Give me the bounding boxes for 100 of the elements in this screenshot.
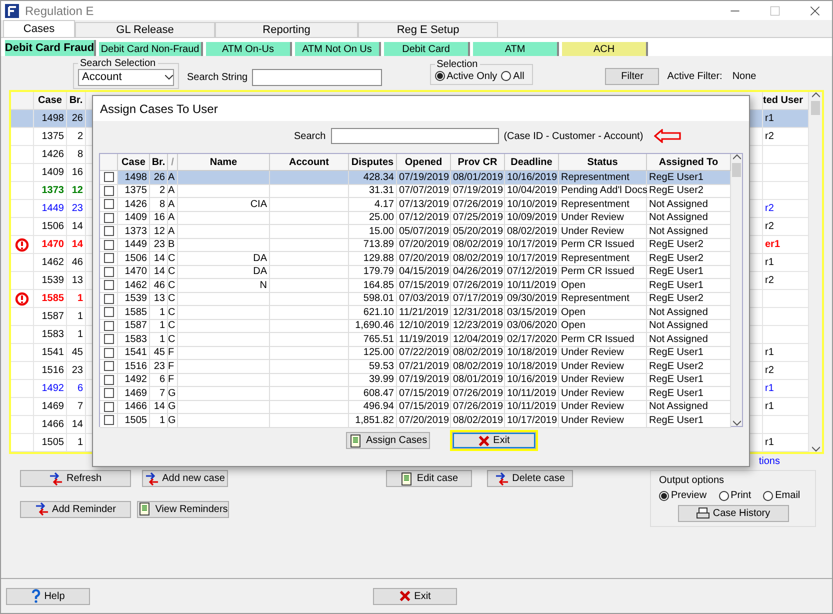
table-cell: 1373 [34,182,67,200]
radio-button[interactable] [434,71,445,81]
checkbox[interactable] [104,186,114,196]
checkbox[interactable] [104,402,114,412]
radio-button[interactable] [763,490,774,500]
tab[interactable]: Reg E Setup [358,22,498,37]
search-string-field[interactable] [252,68,382,86]
checkbox[interactable] [104,172,114,182]
table-cell: 10/17/2019 [505,238,559,252]
category-tab[interactable]: Debit Card Fraud [5,40,96,56]
table-cell: r2 [763,200,809,218]
category-tab[interactable]: ATM Not On Us [295,42,381,56]
table-cell: 1,690.46 [349,320,397,333]
checkbox[interactable] [104,253,114,264]
category-tab[interactable]: Debit Card [384,42,470,56]
help-button[interactable]: Help [6,588,90,604]
table-cell: 1 [67,290,86,308]
search-field[interactable] [330,128,499,144]
table-cell: 1498 [34,110,67,128]
table-cell: Not Assigned [647,333,731,346]
table-cell: 08/01/2019 [451,374,505,387]
table-cell: 1409 [34,164,67,182]
checkbox[interactable] [104,348,114,358]
radio-button[interactable] [718,490,729,500]
table-cell: 1506 [34,218,67,236]
checkbox[interactable] [104,374,114,385]
table-cell: G [168,414,178,428]
checkbox[interactable] [104,307,114,318]
table-cell: 10/09/2019 [505,212,559,225]
radio-button[interactable] [501,71,512,81]
checkbox[interactable] [104,294,114,304]
table-cell: 07/15/2019 [397,279,451,292]
table-cell: 12/10/2019 [397,320,451,333]
filter-button[interactable]: Filter [605,68,660,84]
table-cell: 15.00 [349,225,397,238]
category-tab[interactable]: ATM On-Us [206,42,292,56]
tab[interactable]: Reporting [215,22,358,37]
table-cell: Representment [559,198,647,212]
document-icon [138,502,152,516]
action-button[interactable]: Refresh [20,470,131,487]
checkbox[interactable] [104,280,114,290]
scrollbar[interactable] [731,154,742,426]
assign-cases-button[interactable]: Assign Cases [346,432,430,449]
category-tab[interactable]: ATM [473,42,559,56]
table-cell: 26 [67,110,86,128]
tab[interactable]: GL Release [75,22,215,37]
tab[interactable]: Cases [3,20,75,37]
table-cell: 713.89 [349,238,397,252]
table-cell: 1426 [34,146,67,164]
table-cell: 2 [67,128,86,146]
checkbox[interactable] [104,226,114,236]
table-cell: 1373 [118,225,150,238]
table-cell: 1469 [118,387,150,400]
table-cell: F [168,374,178,387]
table-cell: 10/11/2019 [505,400,559,414]
case-history-button[interactable]: Case History [678,505,788,522]
table-cell: 16 [150,212,168,225]
radio-button[interactable] [659,490,669,500]
table-cell: 02/17/2020 [505,333,559,346]
checkbox[interactable] [104,334,114,344]
checkbox[interactable] [104,212,114,223]
view-reminders-button[interactable]: View Reminders [137,500,229,518]
checkbox[interactable] [104,266,114,277]
checkbox[interactable] [104,361,114,372]
exit-button[interactable]: Exit [452,432,536,449]
checkbox[interactable] [104,388,114,398]
options-link[interactable]: tions [758,456,780,467]
table-cell: 8 [67,146,86,164]
search-selection-dropdown[interactable]: Account [78,68,174,86]
table-cell: 1539 [34,272,67,290]
checkbox[interactable] [104,240,114,250]
table-cell: 45 [67,344,86,362]
action-button[interactable]: Edit case [386,470,472,487]
table-cell: 1541 [118,346,150,360]
header-cell: Case [118,154,150,171]
scroll-thumb[interactable] [732,163,741,177]
table-cell [763,308,809,326]
checkbox[interactable] [104,199,114,210]
add-reminder-button[interactable]: Add Reminder [20,500,131,518]
category-tab[interactable]: ACH [562,42,648,56]
table-cell: 07/20/2019 [397,414,451,428]
table-cell: Under Review [559,346,647,360]
table-cell: 26 [150,171,168,184]
table-cell: Representment [559,292,647,306]
scroll-thumb[interactable] [811,101,820,115]
action-button[interactable]: Delete case [487,470,573,487]
checkbox[interactable] [104,320,114,331]
table-cell: 1583 [118,333,150,346]
category-tab[interactable]: Debit Card Non-Fraud [99,42,203,56]
table-cell: 11/19/2019 [397,333,451,346]
action-button[interactable]: Add new case [142,470,228,487]
scrollbar[interactable] [809,92,822,452]
exit-button[interactable]: Exit [373,588,457,604]
scroll-down-icon [812,446,820,452]
table-cell: 1585 [34,290,67,308]
arrows-icon [495,472,510,486]
table-cell: Pending Add'l Docs [559,184,647,198]
checkbox[interactable] [104,415,114,426]
table-cell: C [168,292,178,306]
close-icon [478,434,490,446]
